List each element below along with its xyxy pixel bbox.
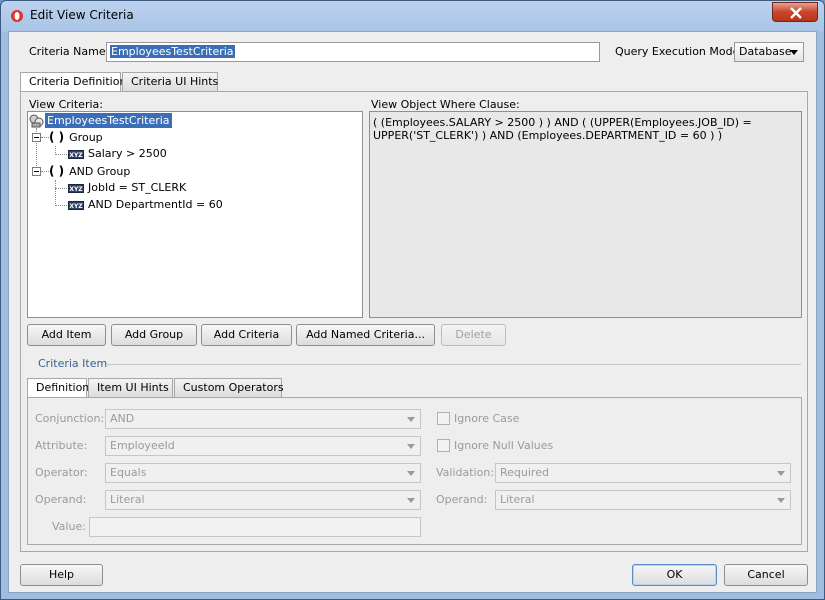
collapse-group-icon[interactable] (32, 133, 41, 142)
tab-criteria-definition[interactable]: Criteria Definition (20, 72, 126, 92)
ok-button[interactable]: OK (632, 564, 717, 586)
operand2-select[interactable]: Literal (495, 490, 791, 510)
query-mode-value: Database (739, 45, 792, 58)
value-label: Value: (52, 520, 86, 533)
operand-label: Operand: (35, 493, 87, 506)
ignore-case-label: Ignore Case (454, 412, 520, 425)
view-criteria-label: View Criteria: (29, 98, 103, 111)
tree-line (55, 188, 67, 189)
add-named-criteria-button[interactable]: Add Named Criteria... (296, 324, 435, 346)
chevron-down-icon (407, 444, 415, 449)
tree-line (41, 171, 49, 172)
tree-group[interactable]: ( ) Group (49, 129, 103, 145)
section-divider (107, 364, 801, 365)
value-field[interactable] (89, 517, 421, 537)
tab-criteria-ui-hints[interactable]: Criteria UI Hints (122, 72, 218, 91)
group-icon: ( ) (49, 130, 65, 144)
tree-item-salary[interactable]: XYZ Salary > 2500 (68, 146, 167, 162)
delete-button[interactable]: Delete (441, 324, 506, 346)
operand-select[interactable]: Literal (105, 490, 421, 510)
tab-custom-operators[interactable]: Custom Operators (174, 378, 284, 397)
validation-select[interactable]: Required (495, 463, 791, 483)
conjunction-label: Conjunction: (35, 412, 105, 425)
view-criteria-icon (29, 114, 44, 128)
tree-line (55, 205, 67, 206)
group-icon: ( ) (49, 164, 65, 178)
ignore-case-checkbox[interactable] (437, 412, 450, 425)
add-group-button[interactable]: Add Group (111, 324, 197, 346)
where-clause-text: ( (Employees.SALARY > 2500 ) ) AND ( (UP… (369, 111, 802, 318)
ignore-null-values-checkbox[interactable] (437, 439, 450, 452)
tab-item-ui-hints[interactable]: Item UI Hints (88, 378, 173, 397)
tree-item-department[interactable]: XYZ AND DepartmentId = 60 (68, 197, 223, 213)
chevron-down-icon (407, 417, 415, 422)
chevron-down-icon (407, 498, 415, 503)
add-item-button[interactable]: Add Item (27, 324, 106, 346)
criteria-item-definition-panel: Conjunction: AND Attribute: EmployeeId O… (27, 397, 802, 545)
tree-and-group[interactable]: ( ) AND Group (49, 163, 130, 179)
window-title: Edit View Criteria (30, 8, 134, 22)
operator-select[interactable]: Equals (105, 463, 421, 483)
criteria-name-field[interactable]: EmployeesTestCriteria (106, 42, 600, 62)
ignore-null-values-label: Ignore Null Values (454, 439, 554, 452)
help-button[interactable]: Help (20, 564, 103, 586)
tab-definition[interactable]: Definition (27, 378, 89, 398)
chevron-down-icon (777, 471, 785, 476)
attribute-select[interactable]: EmployeeId (105, 436, 421, 456)
dialog-content: Criteria Name: EmployeesTestCriteria Que… (8, 31, 817, 593)
close-button[interactable] (772, 2, 818, 22)
cancel-button[interactable]: Cancel (724, 564, 808, 586)
attribute-label: Attribute: (35, 439, 88, 452)
where-clause-line: ( (Employees.SALARY > 2500 ) ) AND ( (UP… (373, 116, 752, 129)
operand2-label: Operand: (436, 493, 488, 506)
collapse-group-icon[interactable] (32, 167, 41, 176)
chevron-down-icon (777, 498, 785, 503)
add-criteria-button[interactable]: Add Criteria (201, 324, 292, 346)
chevron-down-icon (407, 471, 415, 476)
where-clause-line: UPPER('ST_CLERK') ) AND (Employees.DEPAR… (373, 129, 723, 142)
chevron-down-icon (790, 50, 798, 55)
criteria-tree[interactable]: EmployeesTestCriteria ( ) Group XYZ Salary… (27, 111, 363, 318)
tree-line (41, 137, 49, 138)
xyz-attribute-icon: XYZ (68, 149, 84, 159)
query-mode-label: Query Execution Mode: (615, 45, 744, 58)
dialog-window: Edit View Criteria Criteria Name: Employ… (0, 0, 825, 600)
criteria-definition-panel: View Criteria: View Object Where Clause:… (20, 91, 808, 552)
title-bar[interactable]: Edit View Criteria (1, 1, 824, 31)
tree-root[interactable]: EmployeesTestCriteria (29, 113, 172, 129)
xyz-attribute-icon: XYZ (68, 200, 84, 210)
operator-label: Operator: (35, 466, 88, 479)
tree-item-jobid[interactable]: XYZ JobId = ST_CLERK (68, 180, 186, 196)
validation-label: Validation: (436, 466, 495, 479)
tree-line (55, 180, 56, 206)
criteria-name-label: Criteria Name: (29, 45, 110, 58)
conjunction-select[interactable]: AND (105, 409, 421, 429)
criteria-item-heading: Criteria Item (38, 357, 108, 370)
where-clause-label: View Object Where Clause: (371, 98, 520, 111)
close-icon (790, 7, 802, 19)
query-mode-select[interactable]: Database (734, 42, 804, 62)
xyz-attribute-icon: XYZ (68, 183, 84, 193)
oracle-logo-icon (10, 9, 24, 23)
tree-line (55, 154, 67, 155)
